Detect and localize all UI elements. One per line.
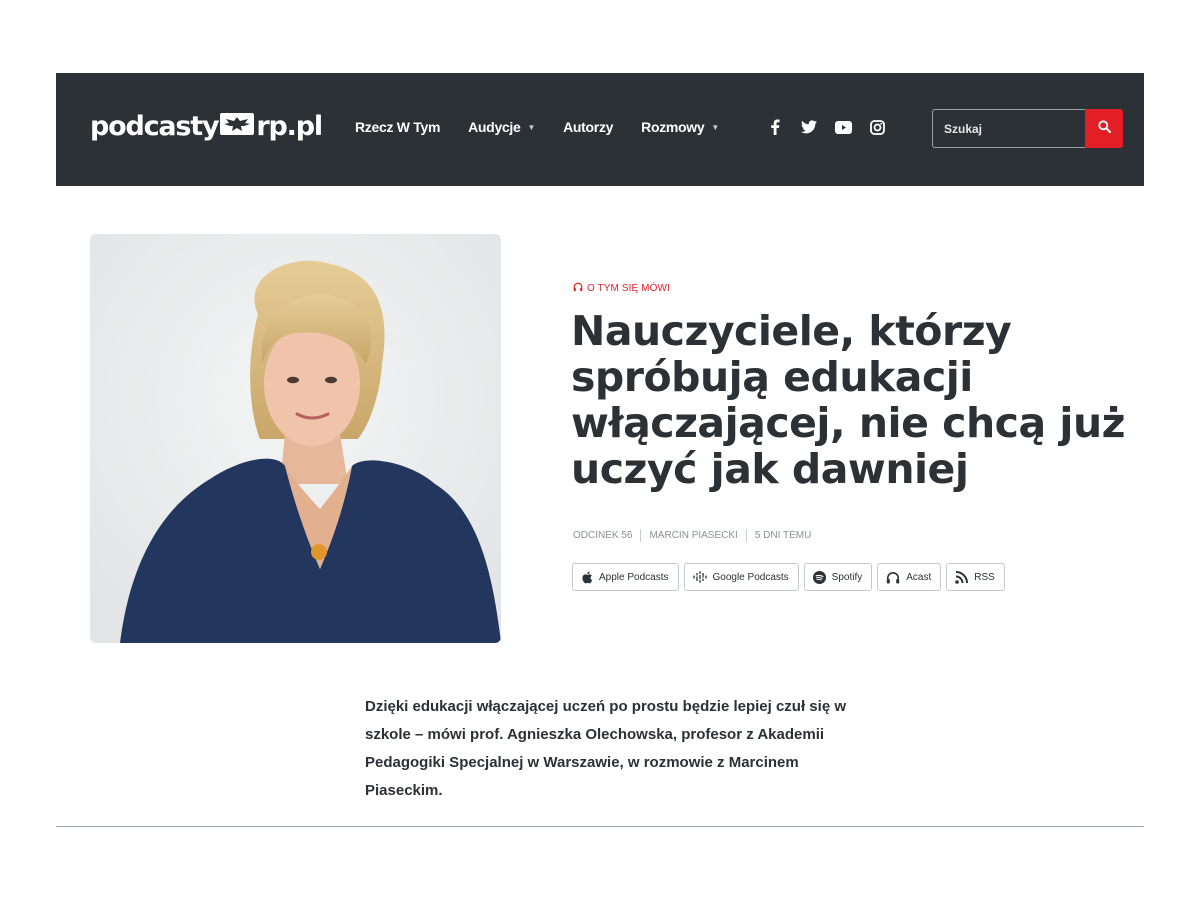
- search-box: [932, 109, 1123, 148]
- platform-label: Acast: [906, 571, 932, 583]
- main-nav: Rzecz W Tym Audycje ▼ Autorzy Rozmowy ▼: [355, 119, 747, 135]
- category-label[interactable]: O TYM SIĘ MÓWI: [573, 282, 670, 295]
- caret-down-icon: ▼: [527, 122, 536, 132]
- facebook-icon[interactable]: [765, 117, 785, 137]
- nav-item-label: Audycje: [468, 119, 521, 135]
- search-icon: [1097, 119, 1111, 138]
- youtube-icon[interactable]: [833, 117, 853, 137]
- acast-button[interactable]: Acast: [877, 563, 942, 591]
- meta-divider: [745, 529, 747, 542]
- headphones-icon: [886, 571, 900, 584]
- meta-divider: [640, 529, 642, 542]
- instagram-icon[interactable]: [867, 117, 887, 137]
- twitter-icon[interactable]: [799, 117, 819, 137]
- platform-label: Google Podcasts: [712, 571, 789, 583]
- search-button[interactable]: [1085, 109, 1123, 148]
- article-meta: ODCINEK 56 MARCIN PIASECKI 5 DNI TEMU: [573, 529, 811, 542]
- platform-label: Apple Podcasts: [599, 571, 669, 583]
- apple-icon: [581, 571, 593, 584]
- author-link[interactable]: MARCIN PIASECKI: [649, 530, 737, 541]
- nav-item-label: Rzecz W Tym: [355, 119, 441, 135]
- nav-item-autorzy[interactable]: Autorzy: [563, 119, 613, 135]
- logo-text-rp: rp.pl: [256, 111, 323, 142]
- category-text: O TYM SIĘ MÓWI: [587, 283, 670, 294]
- nav-item-label: Rozmowy: [641, 119, 705, 135]
- search-input[interactable]: [932, 109, 1085, 148]
- headphones-icon: [573, 282, 583, 295]
- spotify-button[interactable]: Spotify: [803, 563, 873, 591]
- spotify-icon: [812, 570, 826, 584]
- listen-platforms: Apple Podcasts Google Podcasts Spotify A…: [572, 563, 1010, 591]
- caret-down-icon: ▼: [711, 122, 720, 132]
- logo-text-podcasty: podcasty: [90, 111, 220, 142]
- publish-time: 5 DNI TEMU: [754, 530, 812, 541]
- google-podcasts-button[interactable]: Google Podcasts: [683, 563, 799, 591]
- nav-item-label: Autorzy: [563, 119, 614, 135]
- google-podcasts-icon: [692, 571, 707, 583]
- nav-item-audycje[interactable]: Audycje ▼: [468, 119, 535, 135]
- apple-podcasts-button[interactable]: Apple Podcasts: [572, 563, 679, 591]
- eagle-logo-icon: [220, 111, 255, 142]
- site-logo[interactable]: podcasty rp.pl: [90, 111, 323, 142]
- guest-portrait-image: [90, 234, 501, 643]
- nav-item-rozmowy[interactable]: Rozmowy ▼: [641, 119, 719, 135]
- episode-number: ODCINEK 56: [573, 530, 633, 541]
- section-divider: [56, 826, 1144, 827]
- nav-item-rzecz-w-tym[interactable]: Rzecz W Tym: [355, 119, 440, 135]
- site-header: podcasty rp.pl Rzecz W Tym Audycje ▼ Aut…: [56, 73, 1144, 186]
- rss-icon: [955, 570, 969, 584]
- article-lead: Dzięki edukacji włączającej uczeń po pro…: [365, 698, 846, 799]
- social-links: [765, 117, 901, 137]
- rss-button[interactable]: RSS: [946, 563, 1005, 591]
- platform-label: Spotify: [831, 571, 863, 583]
- article-title: Nauczyciele, którzy spróbują edukacji wł…: [571, 307, 1126, 493]
- platform-label: RSS: [974, 571, 995, 583]
